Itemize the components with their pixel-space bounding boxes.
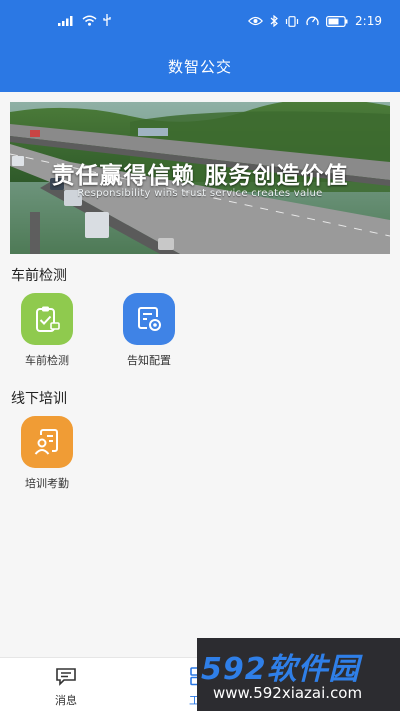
bluetooth-icon [270, 15, 278, 27]
section-title-vehicle-inspection: 车前检测 [11, 268, 67, 284]
vibrate-icon [285, 15, 299, 27]
tile-training-attendance[interactable]: 培训考勤 [7, 416, 87, 491]
status-time: 2:19 [355, 14, 382, 28]
status-right: 2:19 [248, 14, 382, 28]
signal-icon [58, 15, 76, 26]
page-title: 数智公交 [167, 58, 232, 76]
status-bar: 2:19 [0, 0, 400, 44]
eye-icon [248, 16, 264, 26]
section-title-offline-training: 线下培训 [11, 391, 67, 407]
nav-item-messages[interactable]: 消息 [26, 666, 106, 708]
nav-label: 消息 [55, 694, 77, 707]
tile-notice-config[interactable]: 告知配置 [109, 293, 189, 368]
app-header: 2:19 数智公交 [0, 0, 400, 92]
speed-icon [306, 15, 319, 27]
watermark-url: www.592xiazai.com [213, 684, 363, 702]
watermark-logo: 592软件园 www.592xiazai.com [197, 638, 400, 711]
clipboard-check-icon [21, 293, 73, 345]
tile-vehicle-inspection[interactable]: 车前检测 [7, 293, 87, 368]
banner-image[interactable]: 责任赢得信赖 服务创造价值 Responsibility wins trust … [10, 102, 390, 254]
message-icon [55, 666, 77, 689]
tile-label: 车前检测 [25, 354, 69, 367]
wifi-icon [82, 15, 97, 26]
banner-subtitle: Responsibility wins trust service create… [77, 188, 323, 199]
settings-config-icon [123, 293, 175, 345]
banner-headline: 责任赢得信赖 服务创造价值 [51, 162, 349, 189]
tile-label: 告知配置 [127, 354, 171, 367]
usb-icon [103, 14, 111, 26]
status-left [58, 14, 111, 26]
battery-icon [326, 15, 348, 27]
watermark-brand: 592软件园 [201, 652, 360, 687]
tile-label: 培训考勤 [25, 477, 69, 490]
attendance-icon [21, 416, 73, 468]
